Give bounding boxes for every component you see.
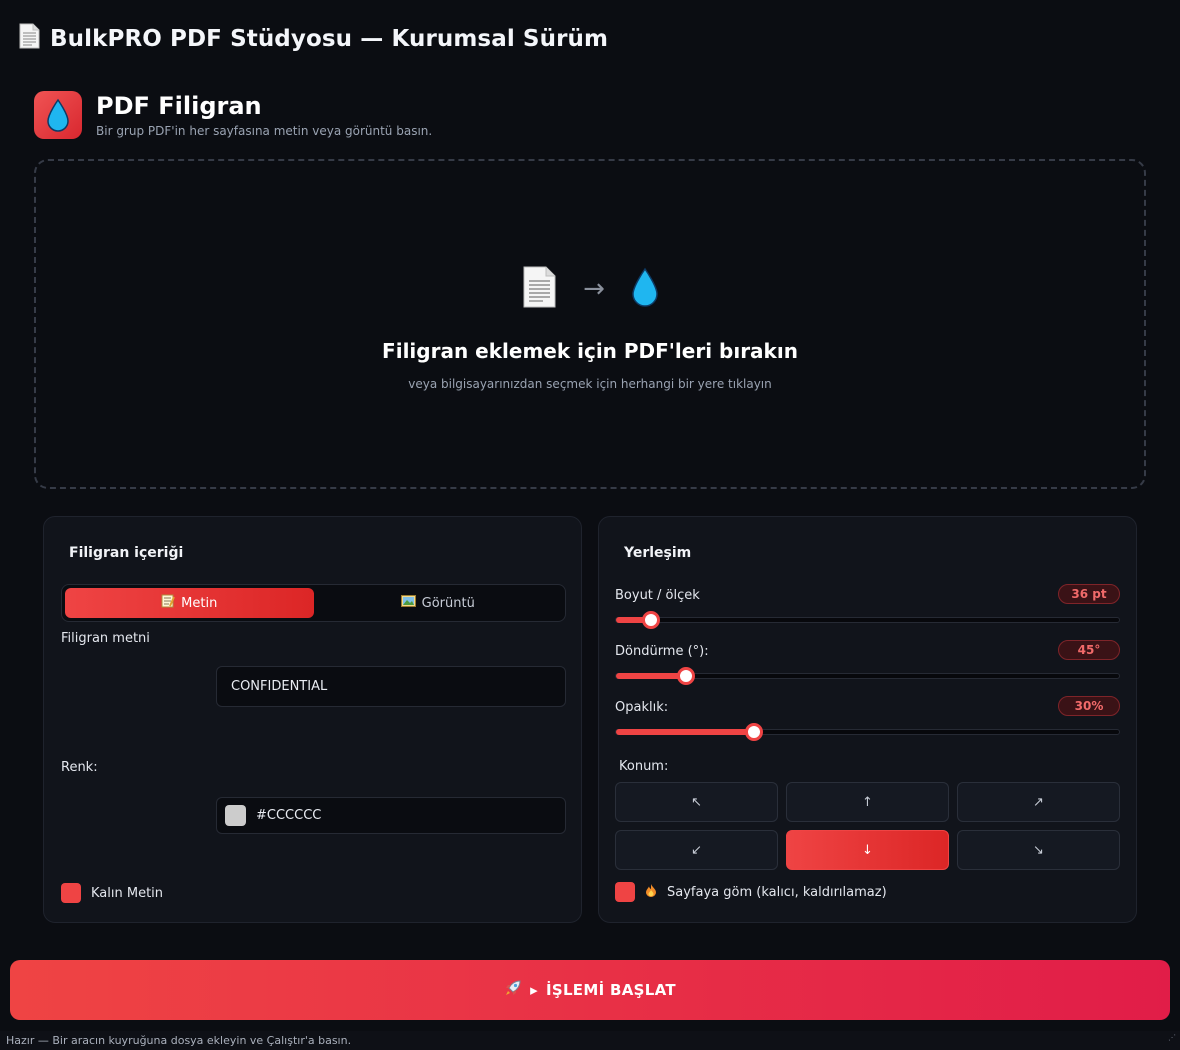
position-top-center-button[interactable]: ↑ (786, 782, 949, 822)
arrow-right-icon: → (583, 274, 605, 304)
fire-icon (645, 883, 657, 901)
arrow-up-icon: ↑ (862, 794, 873, 810)
slider-thumb[interactable] (642, 611, 661, 629)
app-title: BulkPRO PDF Stüdyosu — Kurumsal Sürüm (50, 26, 609, 52)
watermark-text-input[interactable] (216, 666, 566, 707)
color-label: Renk: (61, 760, 98, 775)
flatten-checkbox[interactable] (615, 882, 635, 902)
position-bottom-center-button[interactable]: ↓ (786, 830, 949, 870)
drop-illustration: → (521, 266, 659, 312)
color-picker[interactable]: #CCCCCC (216, 797, 566, 834)
size-label: Boyut / ölçek (615, 588, 700, 603)
tab-text-label: Metin (181, 595, 218, 611)
panel-title: Yerleşim (624, 545, 692, 561)
opacity-slider[interactable] (615, 723, 1120, 741)
rotation-slider[interactable] (615, 667, 1120, 685)
start-process-button[interactable]: ▸ İŞLEMİ BAŞLAT (10, 960, 1170, 1020)
arrow-down-icon: ↓ (862, 842, 873, 858)
slider-fill (616, 729, 755, 735)
status-bar: Hazır — Bir aracın kuyruğuna dosya ekley… (0, 1031, 1180, 1050)
opacity-value-badge: 30% (1058, 696, 1120, 716)
memo-icon (161, 594, 176, 612)
tab-image-label: Görüntü (421, 595, 475, 611)
title-bar: BulkPRO PDF Stüdyosu — Kurumsal Sürüm (18, 23, 609, 55)
start-process-label: İŞLEMİ BAŞLAT (545, 981, 676, 999)
resize-grip-icon[interactable]: ⋰ (1168, 1028, 1176, 1047)
position-grid: ↖ ↑ ↗ ↙ ↓ ↘ (615, 782, 1120, 870)
drop-subtitle: veya bilgisayarınızdan seçmek için herha… (408, 377, 772, 391)
flatten-option[interactable]: Sayfaya göm (kalıcı, kaldırılamaz) (615, 882, 887, 902)
droplet-icon (34, 91, 82, 139)
drop-title: Filigran eklemek için PDF'leri bırakın (382, 339, 798, 363)
status-text: Hazır — Bir aracın kuyruğuna dosya ekley… (6, 1034, 352, 1047)
bold-label: Kalın Metin (91, 885, 164, 901)
play-icon: ▸ (530, 981, 538, 999)
size-slider[interactable] (615, 611, 1120, 629)
opacity-label: Opaklık: (615, 700, 669, 715)
panel-title: Filigran içeriği (69, 545, 184, 561)
arrow-down-right-icon: ↘ (1033, 842, 1044, 858)
arrow-up-left-icon: ↖ (691, 794, 702, 810)
picture-icon (400, 595, 416, 611)
tab-text[interactable]: Metin (65, 588, 314, 618)
droplet-icon (631, 267, 659, 311)
rotation-label: Döndürme (°): (615, 644, 709, 659)
position-top-left-button[interactable]: ↖ (615, 782, 778, 822)
color-swatch[interactable] (225, 805, 246, 826)
slider-thumb[interactable] (745, 723, 764, 741)
position-top-right-button[interactable]: ↗ (957, 782, 1120, 822)
size-value-badge: 36 pt (1058, 584, 1120, 604)
position-label: Konum: (619, 759, 669, 774)
position-bottom-right-button[interactable]: ↘ (957, 830, 1120, 870)
tool-header: PDF Filigran Bir grup PDF'in her sayfası… (34, 91, 432, 139)
arrow-up-right-icon: ↗ (1033, 794, 1044, 810)
position-bottom-left-button[interactable]: ↙ (615, 830, 778, 870)
tab-image[interactable]: Görüntü (314, 588, 563, 618)
content-type-toggle: Metin Görüntü (61, 584, 566, 622)
arrow-down-left-icon: ↙ (691, 842, 702, 858)
rocket-icon (504, 979, 522, 1001)
rotation-value-badge: 45° (1058, 640, 1120, 660)
watermark-text-label: Filigran metni (61, 631, 150, 646)
flatten-label: Sayfaya göm (kalıcı, kaldırılamaz) (667, 884, 887, 900)
drop-zone[interactable]: → Filigran eklemek için PDF'leri bırakın… (34, 159, 1146, 489)
layout-panel: Yerleşim Boyut / ölçek 36 pt Döndürme (°… (598, 516, 1137, 923)
tool-title: PDF Filigran (96, 92, 262, 120)
bold-text-option[interactable]: Kalın Metin (61, 883, 163, 903)
tool-subtitle: Bir grup PDF'in her sayfasına metin veya… (96, 124, 433, 138)
bold-checkbox[interactable] (61, 883, 81, 903)
document-icon (521, 266, 557, 312)
document-icon (18, 23, 40, 55)
color-value: #CCCCCC (256, 808, 322, 823)
watermark-content-panel: Filigran içeriği Metin Görüntü Filigran … (43, 516, 582, 923)
slider-fill (616, 673, 687, 679)
slider-thumb[interactable] (677, 667, 696, 685)
